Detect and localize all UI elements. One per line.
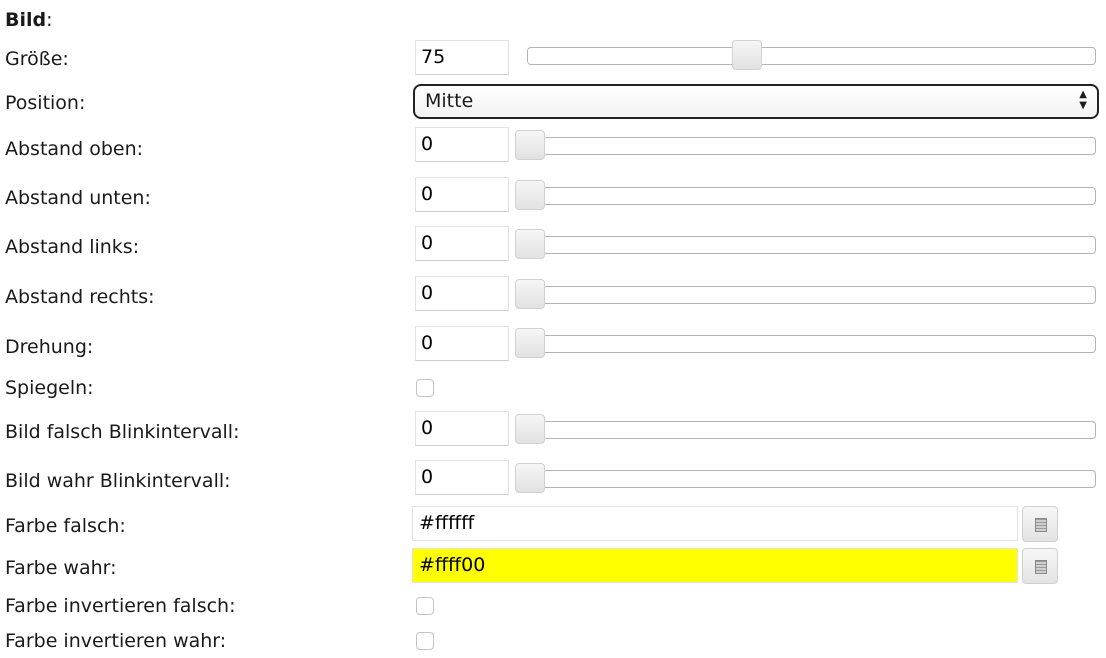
abstand-unten-slider-thumb[interactable] bbox=[515, 180, 545, 210]
bild-wahr-blinkintervall-slider-thumb[interactable] bbox=[515, 463, 545, 493]
abstand-links-input[interactable]: 0 bbox=[415, 226, 509, 261]
position-selected-value: Mitte bbox=[425, 90, 474, 112]
bild-wahr-blinkintervall-label: Bild wahr Blinkintervall: bbox=[5, 470, 231, 492]
bild-falsch-blinkintervall-input[interactable]: 0 bbox=[415, 411, 509, 446]
farbe-invertieren-wahr-label: Farbe invertieren wahr: bbox=[5, 630, 227, 652]
groesse-input[interactable]: 75 bbox=[415, 40, 509, 75]
abstand-oben-slider-thumb[interactable] bbox=[515, 130, 545, 160]
groesse-slider-thumb[interactable] bbox=[732, 40, 762, 70]
color-picker-icon bbox=[1035, 518, 1047, 532]
drehung-slider[interactable] bbox=[515, 328, 1096, 358]
position-label: Position: bbox=[5, 92, 86, 114]
bild-falsch-blinkintervall-slider-thumb[interactable] bbox=[515, 414, 545, 444]
farbe-wahr-input[interactable]: #ffff00 bbox=[412, 548, 1018, 583]
groesse-slider[interactable] bbox=[527, 40, 1096, 70]
farbe-falsch-picker-button[interactable] bbox=[1022, 506, 1058, 542]
color-picker-icon bbox=[1035, 560, 1047, 574]
farbe-invertieren-wahr-checkbox[interactable] bbox=[416, 632, 434, 650]
bild-falsch-blinkintervall-slider[interactable] bbox=[515, 414, 1096, 444]
groesse-label: Größe: bbox=[5, 48, 69, 70]
spiegeln-label: Spiegeln: bbox=[5, 377, 94, 399]
abstand-links-label: Abstand links: bbox=[5, 236, 140, 258]
farbe-invertieren-falsch-label: Farbe invertieren falsch: bbox=[5, 595, 236, 617]
bild-falsch-blinkintervall-label: Bild falsch Blinkintervall: bbox=[5, 421, 240, 443]
bild-wahr-blinkintervall-slider[interactable] bbox=[515, 463, 1096, 493]
farbe-wahr-label: Farbe wahr: bbox=[5, 557, 117, 579]
section-title-text: Bild bbox=[5, 9, 47, 31]
abstand-links-slider-thumb[interactable] bbox=[515, 229, 545, 259]
abstand-oben-input[interactable]: 0 bbox=[415, 127, 509, 162]
abstand-rechts-label: Abstand rechts: bbox=[5, 286, 155, 308]
abstand-rechts-input[interactable]: 0 bbox=[415, 276, 509, 311]
drehung-label: Drehung: bbox=[5, 336, 94, 358]
abstand-rechts-slider-thumb[interactable] bbox=[515, 279, 545, 309]
farbe-wahr-picker-button[interactable] bbox=[1022, 548, 1058, 584]
abstand-oben-slider[interactable] bbox=[515, 130, 1096, 160]
drehung-slider-thumb[interactable] bbox=[515, 328, 545, 358]
abstand-rechts-slider[interactable] bbox=[515, 279, 1096, 309]
abstand-links-slider[interactable] bbox=[515, 229, 1096, 259]
abstand-unten-slider[interactable] bbox=[515, 180, 1096, 210]
bild-wahr-blinkintervall-input[interactable]: 0 bbox=[415, 460, 509, 495]
farbe-falsch-input[interactable]: #ffffff bbox=[412, 506, 1018, 541]
abstand-oben-label: Abstand oben: bbox=[5, 138, 144, 160]
abstand-unten-label: Abstand unten: bbox=[5, 187, 151, 209]
select-arrows-icon: ▲ ▼ bbox=[1079, 89, 1087, 111]
section-title-colon: : bbox=[46, 9, 53, 31]
farbe-falsch-label: Farbe falsch: bbox=[5, 515, 126, 537]
position-select[interactable]: Mitte ▲ ▼ bbox=[413, 84, 1099, 119]
abstand-unten-input[interactable]: 0 bbox=[415, 177, 509, 212]
spiegeln-checkbox[interactable] bbox=[416, 379, 434, 397]
section-title: Bild: bbox=[5, 8, 53, 32]
drehung-input[interactable]: 0 bbox=[415, 326, 509, 361]
farbe-invertieren-falsch-checkbox[interactable] bbox=[416, 597, 434, 615]
